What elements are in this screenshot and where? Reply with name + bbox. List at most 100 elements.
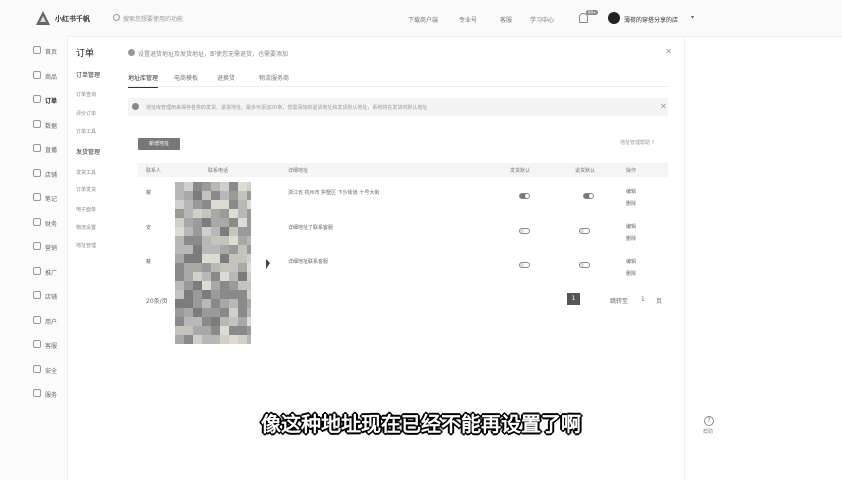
- sidebar-item-label[interactable]: 安全: [45, 366, 57, 375]
- sidebar-item-label[interactable]: 服务: [45, 390, 57, 399]
- submenu-item-order-ship[interactable]: 订单发货: [76, 186, 96, 193]
- username[interactable]: 薄荷的穿搭分享的店: [624, 15, 678, 24]
- return-default-toggle[interactable]: [579, 228, 590, 234]
- tab-returns[interactable]: 退换货: [217, 73, 235, 82]
- mosaic-block: [220, 281, 229, 290]
- search-icon[interactable]: [113, 14, 120, 21]
- home-icon[interactable]: [33, 46, 41, 54]
- submenu-group-order[interactable]: 订单管理: [76, 70, 100, 79]
- mosaic-block: [238, 218, 247, 227]
- mosaic-block: [247, 308, 251, 317]
- sidebar-item-label[interactable]: 店铺: [45, 170, 57, 179]
- sidebar-item-label[interactable]: 用户: [45, 317, 57, 326]
- goods-icon[interactable]: [33, 71, 41, 79]
- promotion-icon[interactable]: [33, 267, 41, 275]
- mosaic-block: [247, 245, 251, 254]
- sidebar-item-label[interactable]: 店铺: [45, 292, 57, 301]
- ship-default-toggle[interactable]: [519, 193, 530, 199]
- mosaic-block: [193, 326, 202, 335]
- order-icon[interactable]: [33, 95, 41, 103]
- add-address-button[interactable]: 新增地址: [138, 138, 180, 150]
- user-icon[interactable]: [33, 316, 41, 324]
- edit-link[interactable]: 编辑: [626, 223, 636, 230]
- avatar[interactable]: [608, 12, 620, 24]
- submenu-item-review-order[interactable]: 评价订单: [76, 110, 96, 117]
- mosaic-block: [211, 254, 220, 263]
- sidebar-item-label[interactable]: 直播: [45, 145, 57, 154]
- tab-logistics[interactable]: 物流服务商: [259, 73, 289, 82]
- page-number-button[interactable]: 1: [567, 293, 580, 305]
- security-icon[interactable]: [33, 365, 41, 373]
- sidebar-item-label[interactable]: 首页: [45, 47, 57, 56]
- search-input[interactable]: 搜索您想要使用的功能: [123, 14, 183, 23]
- sidebar-item-label[interactable]: 营销: [45, 243, 57, 252]
- submenu-group-ship[interactable]: 发货管理: [76, 147, 100, 156]
- page-size[interactable]: 20条/页: [146, 296, 168, 305]
- tab-template[interactable]: 电商模板: [174, 73, 198, 82]
- shop-icon[interactable]: [33, 169, 41, 177]
- sidebar-item-label[interactable]: 推广: [45, 268, 57, 277]
- data-icon[interactable]: [33, 120, 41, 128]
- sidebar-item-label[interactable]: 笔记: [45, 194, 57, 203]
- mosaic-block: [220, 317, 229, 326]
- learning-center-link[interactable]: 学习中心: [530, 15, 554, 24]
- sidebar-item-label[interactable]: 财务: [45, 219, 57, 228]
- sidebar-item-label[interactable]: 客服: [45, 341, 57, 350]
- marketing-icon[interactable]: [33, 242, 41, 250]
- mosaic-block: [175, 326, 184, 335]
- mosaic-block: [184, 290, 193, 299]
- submenu-item-order-tools[interactable]: 订单工具: [76, 128, 96, 135]
- notification-badge: 99+: [586, 10, 599, 15]
- mosaic-block: [229, 245, 238, 254]
- store-icon[interactable]: [33, 291, 41, 299]
- mosaic-block: [238, 227, 247, 236]
- mosaic-block: [202, 272, 211, 281]
- service-icon[interactable]: [33, 340, 41, 348]
- mosaic-block: [247, 281, 251, 290]
- chevron-down-icon[interactable]: ▾: [691, 14, 694, 21]
- delete-link[interactable]: 删除: [626, 200, 636, 207]
- submenu-item-e-waybill[interactable]: 电子面单: [76, 206, 96, 213]
- mosaic-block: [238, 191, 247, 200]
- mosaic-block: [184, 299, 193, 308]
- sidebar-item-label[interactable]: 数据: [45, 121, 57, 130]
- edit-link[interactable]: 编辑: [626, 258, 636, 265]
- mosaic-block: [184, 227, 193, 236]
- mosaic-block: [184, 182, 193, 191]
- submenu-item-order-query[interactable]: 订单查询: [76, 91, 96, 98]
- delete-link[interactable]: 删除: [626, 235, 636, 242]
- services-icon[interactable]: [33, 389, 41, 397]
- close-icon[interactable]: ✕: [665, 47, 672, 56]
- delete-link[interactable]: 删除: [626, 270, 636, 277]
- download-link[interactable]: 下载商户端: [408, 15, 438, 24]
- edit-link[interactable]: 编辑: [626, 188, 636, 195]
- pro-account-link[interactable]: 专业号: [459, 15, 477, 24]
- submenu-item-address-mgmt[interactable]: 地址管理: [76, 242, 96, 249]
- mosaic-block: [184, 236, 193, 245]
- mosaic-block: [238, 308, 247, 317]
- mosaic-block: [184, 308, 193, 317]
- ship-default-toggle[interactable]: [519, 228, 530, 234]
- mosaic-block: [238, 272, 247, 281]
- mosaic-block: [247, 236, 251, 245]
- sidebar-item-label[interactable]: 商品: [45, 72, 57, 81]
- mosaic-block: [193, 281, 202, 290]
- sidebar-item-label[interactable]: 订单: [45, 96, 57, 105]
- return-default-toggle[interactable]: [583, 193, 594, 199]
- mosaic-block: [193, 227, 202, 236]
- mosaic-block: [238, 317, 247, 326]
- finance-icon[interactable]: [33, 218, 41, 226]
- goto-input[interactable]: 1: [641, 296, 645, 303]
- submenu-item-logistics[interactable]: 物流设置: [76, 224, 96, 231]
- info-banner: 地址库管理用来保存各类的发货、退货地址，最多可添加20条，您需添加的退货地址和发…: [128, 98, 668, 116]
- address-help-link[interactable]: 地址管理帮助 ?: [620, 139, 654, 146]
- live-icon[interactable]: [33, 144, 41, 152]
- submenu-item-ship-tools[interactable]: 发货工具: [76, 169, 96, 176]
- ship-default-toggle[interactable]: [519, 262, 530, 268]
- mosaic-block: [175, 290, 184, 299]
- note-icon[interactable]: [33, 193, 41, 201]
- return-default-toggle[interactable]: [579, 262, 590, 268]
- customer-service-link[interactable]: 客服: [500, 15, 512, 24]
- mosaic-block: [238, 335, 247, 344]
- close-icon[interactable]: ✕: [660, 102, 667, 111]
